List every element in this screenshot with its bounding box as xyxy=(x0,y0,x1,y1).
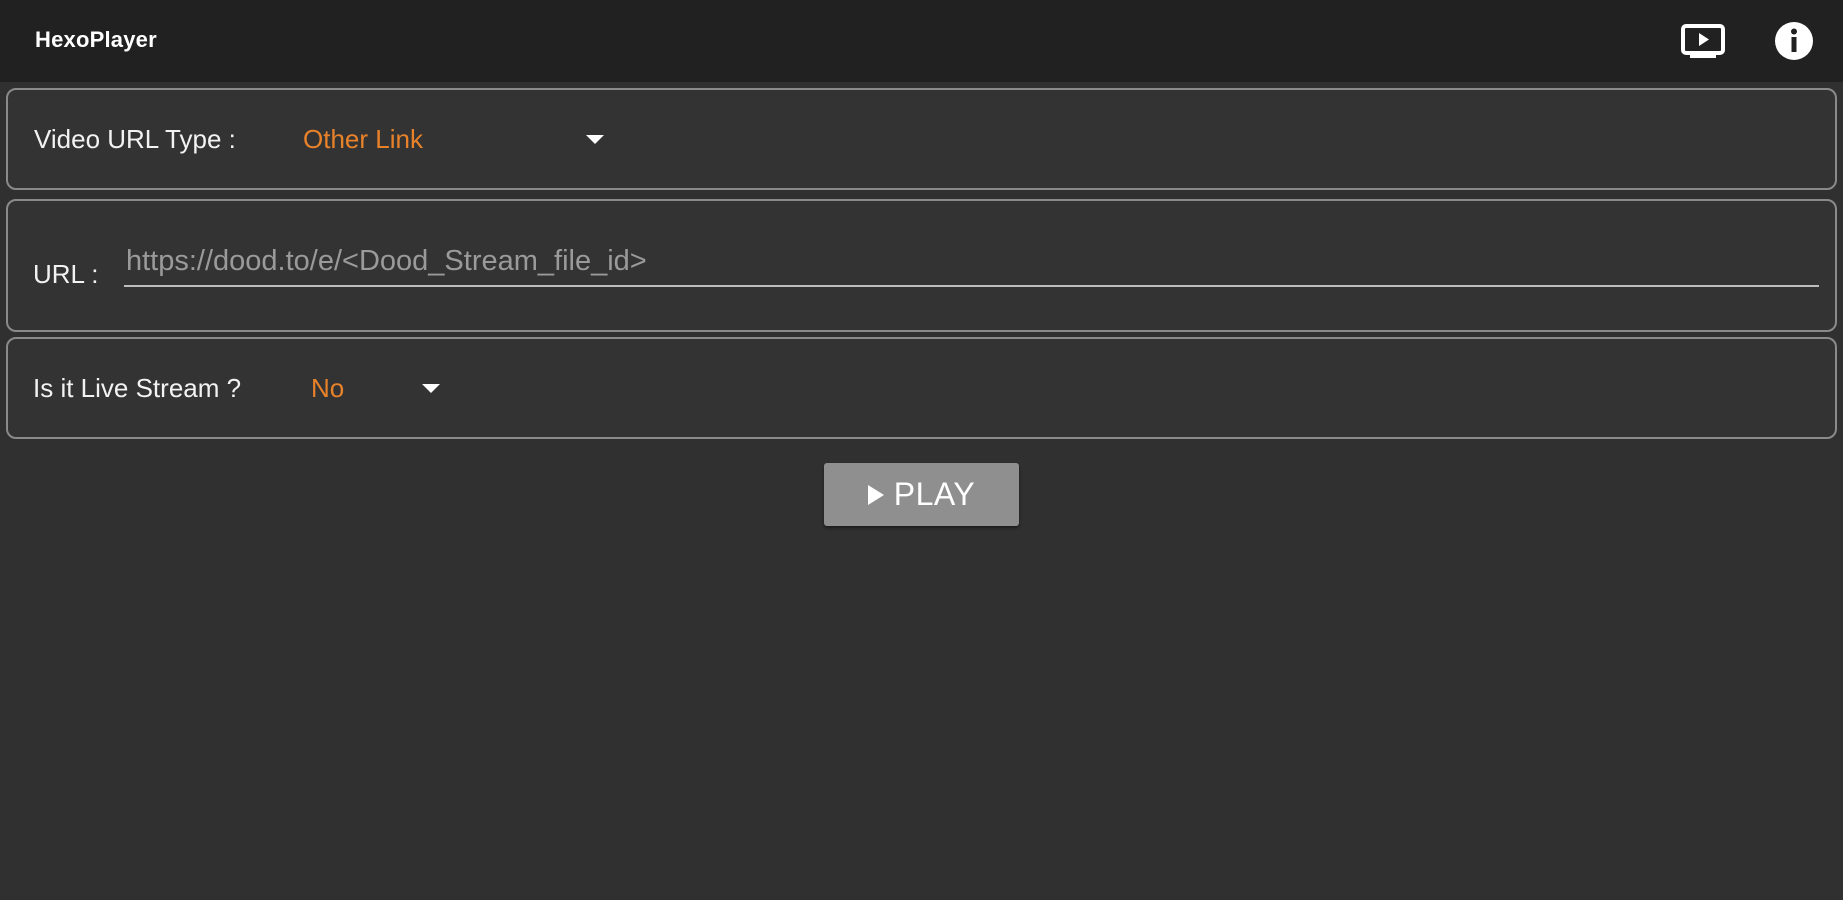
play-button[interactable]: PLAY xyxy=(824,463,1019,526)
chevron-down-icon xyxy=(586,135,604,144)
tv-play-icon[interactable] xyxy=(1680,20,1726,62)
top-app-bar: HexoPlayer xyxy=(0,0,1843,82)
url-input[interactable] xyxy=(124,237,1819,287)
video-url-type-value: Other Link xyxy=(303,124,423,154)
play-icon xyxy=(867,484,884,505)
app-window: HexoPlayer Video URL Type : Other Link U… xyxy=(0,0,1843,900)
video-url-type-card: Video URL Type : Other Link xyxy=(6,88,1837,190)
url-label: URL : xyxy=(33,259,99,289)
live-stream-label: Is it Live Stream ? xyxy=(33,373,242,403)
live-stream-card: Is it Live Stream ? No xyxy=(6,337,1837,439)
video-url-type-label: Video URL Type : xyxy=(34,124,236,154)
live-stream-value: No xyxy=(311,373,345,403)
video-url-type-select[interactable]: Other Link xyxy=(298,110,618,170)
live-stream-select[interactable]: No xyxy=(306,359,456,419)
app-title: HexoPlayer xyxy=(35,27,157,52)
info-icon[interactable] xyxy=(1771,20,1817,62)
chevron-down-icon xyxy=(422,384,440,393)
play-button-label: PLAY xyxy=(893,476,976,512)
url-card: URL : xyxy=(6,199,1837,332)
